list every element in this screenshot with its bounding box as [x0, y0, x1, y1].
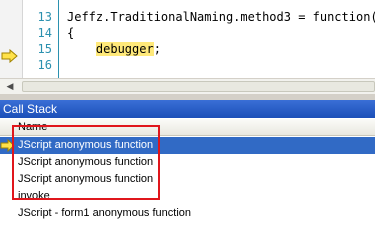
call-stack-row[interactable]: JScript anonymous function: [0, 154, 375, 171]
column-header-name[interactable]: Name: [0, 119, 375, 136]
code-editor[interactable]: 13 Jeffz.TraditionalNaming.method3 = fun…: [0, 0, 375, 78]
scrollbar-thumb[interactable]: [22, 81, 375, 92]
code-line: 13 Jeffz.TraditionalNaming.method3 = fun…: [0, 9, 375, 25]
code-text: debugger;: [95, 42, 161, 56]
call-stack-row-label: JScript anonymous function: [18, 156, 154, 168]
call-stack-title: Call Stack: [0, 100, 375, 118]
call-stack-row-label: invoke: [18, 190, 50, 202]
line-number: 15: [37, 42, 52, 56]
call-stack-row[interactable]: invoke: [0, 188, 375, 205]
call-stack-row-label: JScript - form1 anonymous function: [18, 207, 192, 219]
code-text: {: [67, 26, 75, 40]
line-number: 14: [37, 26, 52, 40]
horizontal-scrollbar[interactable]: ◀: [0, 78, 375, 94]
call-stack-row-label: JScript anonymous function: [18, 173, 154, 185]
current-frame-arrow-icon: [0, 139, 15, 152]
call-stack-row[interactable]: JScript anonymous function: [0, 171, 375, 188]
code-line: 14 {: [0, 25, 375, 41]
column-header-label: Name: [18, 121, 48, 133]
code-line: 16: [0, 57, 375, 73]
call-stack-row[interactable]: JScript anonymous function: [0, 137, 375, 154]
line-number: 13: [37, 10, 52, 24]
debugger-keyword-highlight: debugger: [95, 42, 154, 56]
call-stack-row[interactable]: JScript - form1 anonymous function: [0, 205, 375, 222]
code-line-current: 15 debugger;: [0, 41, 375, 57]
scroll-left-icon[interactable]: ◀: [2, 80, 18, 93]
call-stack-row-label: JScript anonymous function: [18, 139, 154, 151]
line-number: 16: [37, 58, 52, 72]
code-text: Jeffz.TraditionalNaming.method3 = functi…: [67, 10, 375, 24]
